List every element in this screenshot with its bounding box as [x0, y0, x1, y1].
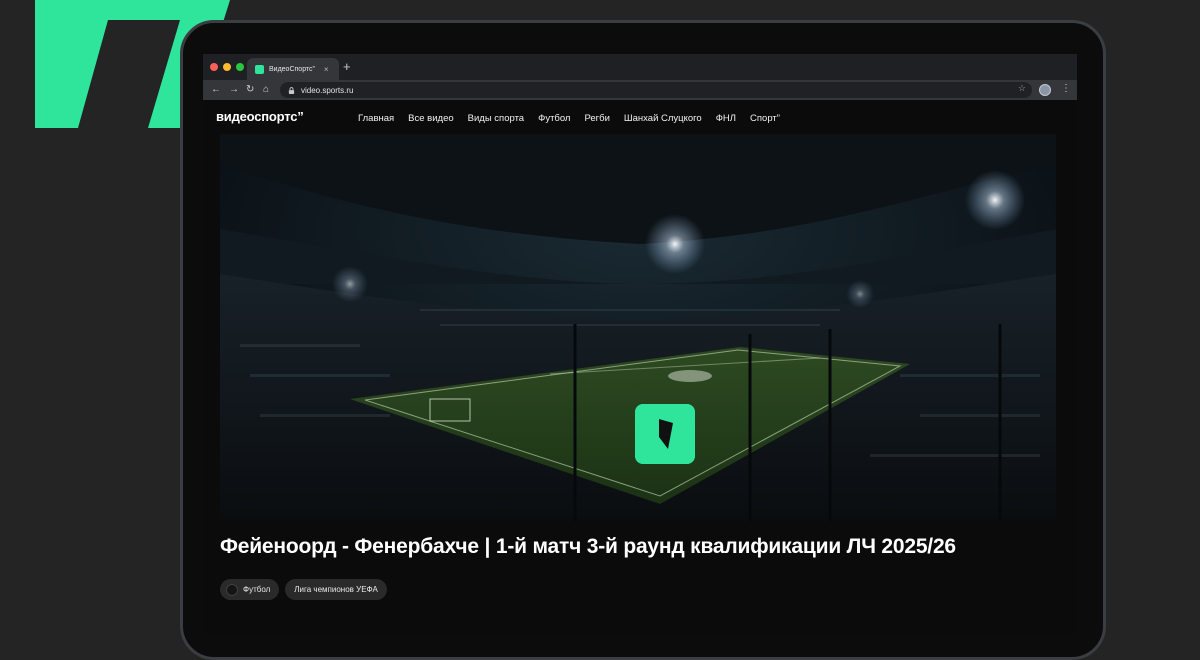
favicon-icon	[255, 64, 264, 74]
stadium-image	[220, 134, 1056, 521]
nav-item-sport[interactable]: Спорт”	[750, 113, 780, 124]
browser-toolbar: ← → ↻ ⌂ video.sports.ru ☆ ⋮	[203, 80, 1077, 100]
nav-item-shanghai-slutsky[interactable]: Шанхай Слуцкого	[624, 113, 702, 124]
forward-icon[interactable]: →	[229, 83, 239, 97]
site-header: видеоспортс” Главная Все видео Виды спор…	[203, 100, 1077, 134]
url-text: video.sports.ru	[301, 85, 354, 95]
maximize-window-button[interactable]	[236, 63, 244, 71]
nav-item-all-videos[interactable]: Все видео	[408, 113, 453, 124]
tag-label: Лига чемпионов УЕФА	[294, 585, 378, 594]
play-button[interactable]	[635, 404, 695, 464]
video-player[interactable]	[220, 134, 1056, 521]
browser-tab[interactable]: ВидеоСпортс” ×	[247, 58, 339, 80]
site-logo[interactable]: видеоспортс”	[216, 109, 304, 124]
tag-champions-league[interactable]: Лига чемпионов УЕФА	[285, 579, 387, 600]
tag-label: Футбол	[243, 585, 271, 594]
nav-item-fnl[interactable]: ФНЛ	[716, 113, 736, 124]
nav-item-sports[interactable]: Виды спорта	[468, 113, 524, 124]
address-bar[interactable]: video.sports.ru ☆	[280, 82, 1032, 98]
browser-menu-icon[interactable]: ⋮	[1061, 83, 1071, 94]
browser-window: ВидеоСпортс” × + ← → ↻ ⌂ video.sports.ru…	[203, 54, 1077, 634]
video-title: Фейеноорд - Фенербахче | 1-й матч 3-й ра…	[220, 535, 956, 558]
nav-item-football[interactable]: Футбол	[538, 113, 570, 124]
main-nav: Главная Все видео Виды спорта Футбол Рег…	[358, 113, 780, 124]
tag-football[interactable]: Футбол	[220, 579, 280, 600]
nav-item-rugby[interactable]: Регби	[584, 113, 609, 124]
video-title-bar: Фейеноорд - Фенербахче | 1-й матч 3-й ра…	[220, 521, 1077, 571]
minimize-window-button[interactable]	[223, 63, 231, 71]
home-icon[interactable]: ⌂	[263, 83, 269, 97]
close-tab-icon[interactable]: ×	[324, 65, 329, 74]
back-icon[interactable]: ←	[211, 83, 221, 97]
nav-item-home[interactable]: Главная	[358, 113, 394, 124]
close-window-button[interactable]	[210, 63, 218, 71]
tab-bar: ВидеоСпортс” × +	[203, 54, 1077, 80]
window-controls	[210, 63, 244, 71]
new-tab-button[interactable]: +	[343, 60, 351, 74]
bookmark-star-icon[interactable]: ☆	[1018, 83, 1026, 94]
lock-icon	[288, 86, 295, 94]
profile-avatar[interactable]	[1039, 84, 1051, 96]
reload-icon[interactable]: ↻	[246, 83, 254, 97]
tab-title: ВидеоСпортс”	[269, 65, 315, 73]
video-tags: Футбол Лига чемпионов УЕФА	[220, 579, 387, 600]
football-icon	[226, 583, 238, 596]
